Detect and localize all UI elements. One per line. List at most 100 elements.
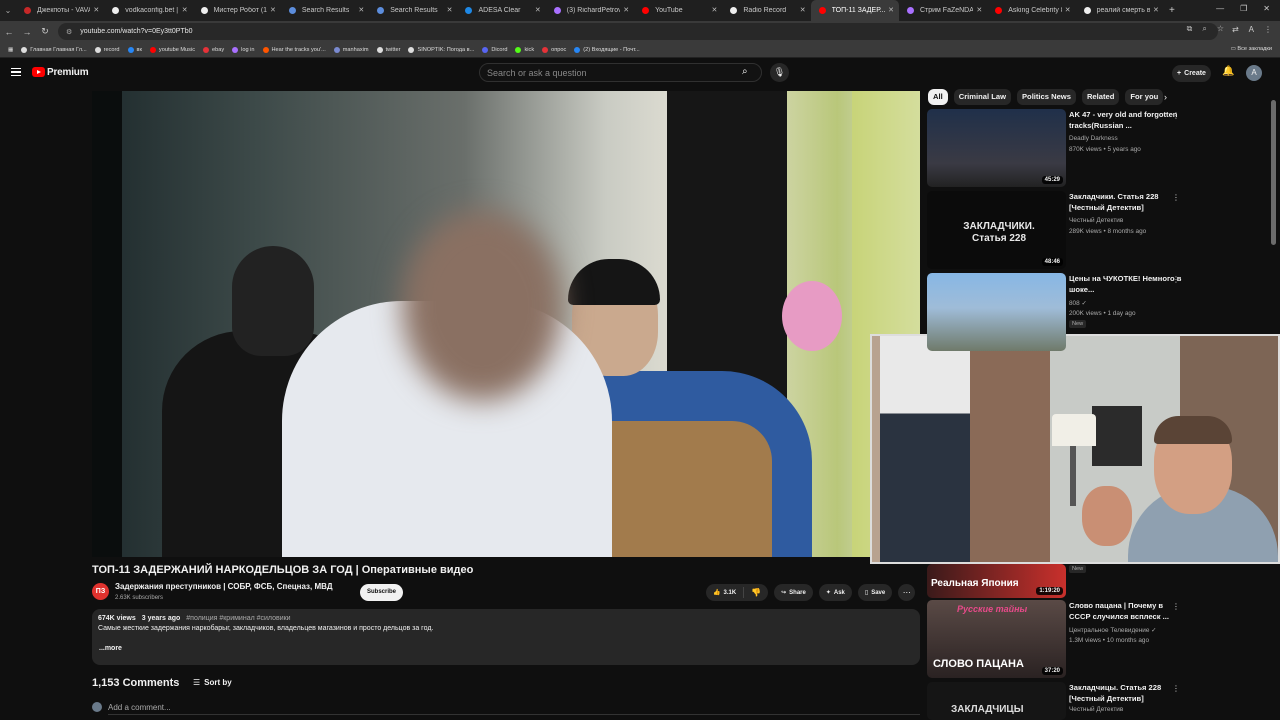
recommended-title[interactable]: Слово пацана | Почему в СССР случился вс… [1069, 600, 1184, 622]
tab-close-icon[interactable]: ✕ [1153, 6, 1159, 14]
bookmark-item[interactable]: вк [127, 46, 142, 53]
video-thumbnail[interactable]: ЗАКЛАДЧИЦЫ [927, 682, 1066, 720]
browser-menu-icon[interactable]: ⋮ [1264, 25, 1272, 34]
bookmark-item[interactable]: log in [232, 46, 255, 53]
new-tab-button[interactable]: + [1164, 5, 1180, 16]
ask-button[interactable]: ✦ Ask [818, 584, 852, 601]
video-thumbnail[interactable]: ЗАКЛАДЧИКИ. Статья 228 48:46 [927, 191, 1066, 269]
bookmark-item[interactable]: Hear the tracks you'... [262, 46, 326, 53]
microphone-icon[interactable]: 🎙 [770, 63, 789, 82]
tab-close-icon[interactable]: ✕ [270, 6, 276, 14]
tab-close-icon[interactable]: ✕ [358, 6, 364, 14]
browser-tab[interactable]: vodkaconfig.bet | 5...✕ [104, 0, 192, 21]
close-window-icon[interactable]: ✕ [1263, 4, 1270, 13]
browser-tab[interactable]: Asking Celebrity 8...✕ [987, 0, 1075, 21]
more-options-icon[interactable]: ⋮ [1172, 602, 1180, 611]
minimize-icon[interactable]: — [1216, 4, 1224, 13]
browser-tab[interactable]: Search Results ✕ [281, 0, 369, 21]
browser-tab[interactable]: YouTube ✕ [634, 0, 722, 21]
translate-icon[interactable]: ⇄ [1232, 25, 1239, 34]
channel-avatar[interactable]: ПЗ [92, 583, 109, 600]
more-actions-icon[interactable]: ⋯ [898, 584, 916, 601]
page-scrollbar[interactable] [1271, 100, 1276, 245]
chip-related[interactable]: Related [1081, 89, 1120, 105]
chevron-right-icon[interactable]: › [1164, 92, 1167, 102]
all-bookmarks-folder[interactable]: ▭ Все закладки [1231, 46, 1272, 52]
recommended-channel[interactable]: 808 ✓ [1069, 299, 1087, 307]
site-info-icon[interactable]: ⚙ [66, 28, 72, 36]
recommended-channel[interactable]: Deadly Darkness [1069, 135, 1118, 142]
tab-close-icon[interactable]: ✕ [623, 6, 629, 14]
tab-close-icon[interactable]: ✕ [976, 6, 982, 14]
back-icon[interactable]: ← [0, 27, 18, 37]
bookmark-item[interactable]: twitter [376, 46, 400, 53]
bookmark-item[interactable]: SINOPTIK: Погода в... [408, 46, 474, 53]
share-button[interactable]: ↪ Share [774, 584, 813, 601]
bookmark-item[interactable]: record [94, 46, 120, 53]
search-input[interactable]: Search or ask a question [479, 63, 762, 82]
video-thumbnail[interactable]: 45:29 [927, 109, 1066, 187]
bookmark-item[interactable]: опрос [542, 46, 566, 53]
recommended-channel[interactable]: Честный Детектив [1069, 706, 1123, 713]
open-in-app-icon[interactable]: ⧉ [1187, 24, 1193, 34]
recommended-video[interactable]: Цены на ЧУКОТКЕ! Немного в шоке... 808 ✓… [927, 273, 1277, 351]
bookmark-item[interactable]: kick [515, 46, 534, 53]
recommended-video[interactable]: Русские тайны СЛОВО ПАЦАНА 37:20 Слово п… [927, 600, 1277, 678]
forward-icon[interactable]: → [18, 27, 36, 37]
browser-tab[interactable]: Джекпоты - VAVAD✕ [16, 0, 104, 21]
bookmark-item[interactable]: Dicord [482, 46, 507, 53]
hashtags[interactable]: #полиция #криминал #силовики [186, 615, 290, 622]
show-more-link[interactable]: ...more [99, 645, 914, 652]
recommended-video[interactable]: ЗАКЛАДЧИКИ. Статья 228 48:46 Закладчики.… [927, 191, 1277, 269]
tab-close-icon[interactable]: ✕ [888, 6, 894, 14]
recommended-video[interactable]: 45:29 AK 47 - very old and forgotten tra… [927, 109, 1277, 187]
reload-icon[interactable]: ↻ [36, 26, 54, 37]
chip-criminal-law[interactable]: Criminal Law [953, 89, 1011, 105]
bookmark-item[interactable]: Главная Главная Гл... [21, 46, 87, 53]
dislike-button[interactable]: 👎 [744, 588, 768, 597]
video-thumbnail[interactable]: Русские тайны СЛОВО ПАЦАНА 37:20 [927, 600, 1066, 678]
more-options-icon[interactable]: ⋮ [1172, 275, 1180, 284]
browser-tab[interactable]: (3) RichardPetrovic...✕ [546, 0, 634, 21]
browser-tab[interactable]: реалий смерть в ...✕ [1076, 0, 1164, 21]
search-icon[interactable]: ⌕ [742, 66, 748, 77]
tab-search-button[interactable]: ⌄ [0, 0, 16, 21]
video-player[interactable] [92, 91, 920, 557]
tab-close-icon[interactable]: ✕ [800, 6, 806, 14]
notifications-bell-icon[interactable]: 🔔 [1222, 66, 1234, 77]
browser-tab[interactable]: Мистер Робот (1-4...✕ [193, 0, 281, 21]
recommended-channel[interactable]: Центральное Телевидение ✓ [1069, 626, 1157, 634]
youtube-logo-icon[interactable] [32, 67, 45, 77]
more-options-icon[interactable]: ⋮ [1172, 684, 1180, 693]
tab-close-icon[interactable]: ✕ [1065, 6, 1071, 14]
subscribe-button[interactable]: Subscribe [360, 584, 403, 601]
recommended-video[interactable]: Реальная Япония 1:19:20 New [927, 564, 1277, 598]
create-button[interactable]: + Create [1172, 65, 1211, 82]
bookmark-item[interactable]: (2) Входящие - Почт... [574, 46, 640, 53]
add-comment-input[interactable]: Add a comment... [108, 703, 171, 712]
browser-tab-active[interactable]: ТОП-11 ЗАДЕР... ✕ [810, 0, 899, 21]
browser-tab[interactable]: Search Results ✕ [369, 0, 457, 21]
maximize-icon[interactable]: ❐ [1240, 4, 1247, 13]
zoom-icon[interactable]: ⌕ [1202, 24, 1206, 34]
address-bar[interactable]: ⚙ youtube.com/watch?v=0Ey3tt0PTb0 [58, 23, 1218, 40]
bookmark-item[interactable]: youtube Music [149, 46, 195, 53]
chip-politics-news[interactable]: Politics News [1016, 89, 1076, 105]
recommended-title[interactable]: Закладчики. Статья 228 [Честный Детектив… [1069, 191, 1184, 213]
chip-all[interactable]: All [928, 89, 948, 105]
bookmark-star-icon[interactable]: ☆ [1217, 24, 1224, 34]
recommended-title[interactable]: AK 47 - very old and forgotten tracks(Ru… [1069, 109, 1184, 131]
chip-for-you[interactable]: For you [1125, 89, 1164, 105]
more-options-icon[interactable]: ⋮ [1172, 193, 1180, 202]
browser-tab[interactable]: ADESA Clear ✕ [457, 0, 545, 21]
recommended-title[interactable]: Закладчицы. Статья 228 [Честный Детектив… [1069, 682, 1184, 704]
description-box[interactable]: 674K views 3 years ago #полиция #кримина… [92, 609, 920, 665]
bookmark-item[interactable]: ebay [203, 46, 224, 53]
menu-icon[interactable] [11, 68, 21, 76]
more-options-icon[interactable]: ⋮ [1172, 111, 1180, 120]
browser-tab[interactable]: Radio Record ✕ [722, 0, 810, 21]
recommended-title[interactable]: Цены на ЧУКОТКЕ! Немного в шоке... [1069, 273, 1184, 295]
youtube-logo-text[interactable]: Premium [47, 67, 89, 78]
sort-by-button[interactable]: ☰ Sort by [193, 678, 232, 687]
apps-grid-icon[interactable]: ▦ [8, 47, 13, 53]
